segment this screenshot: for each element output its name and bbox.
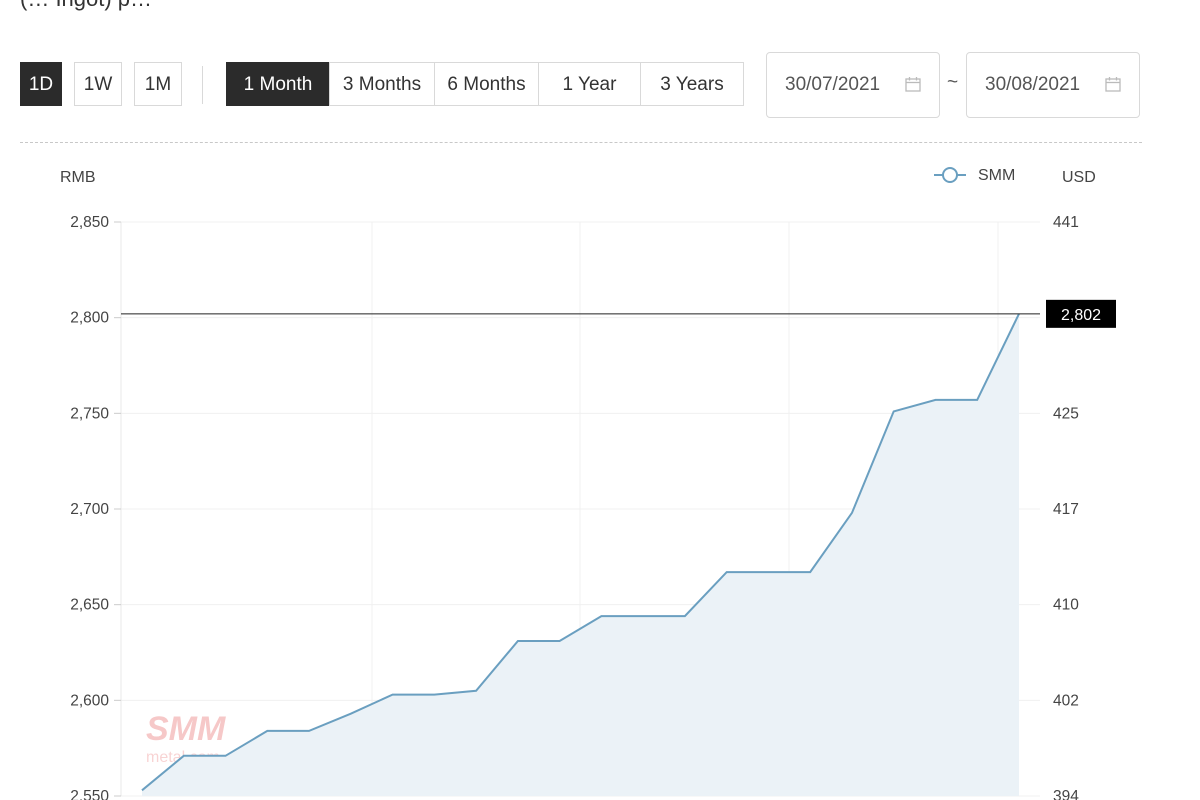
- left-axis: 2,850 2,800 2,750 2,700 2,650 2,600 2,550: [70, 214, 121, 800]
- left-tick-label: 2,700: [70, 501, 109, 518]
- data-point[interactable]: [765, 569, 771, 575]
- right-tick-label: 441: [1053, 214, 1079, 231]
- left-tick-label: 2,650: [70, 597, 109, 614]
- left-tick-label: 2,800: [70, 310, 109, 327]
- data-point[interactable]: [181, 753, 187, 759]
- data-point[interactable]: [348, 711, 354, 717]
- data-point[interactable]: [139, 787, 145, 793]
- data-point[interactable]: [724, 569, 730, 575]
- data-point[interactable]: [891, 408, 897, 414]
- legend[interactable]: SMM: [934, 167, 1015, 184]
- price-chart: SMM metal.com 2,8502,8002,7502,7002,6502…: [60, 167, 1116, 800]
- left-tick-label: 2,750: [70, 405, 109, 422]
- data-point[interactable]: [390, 692, 396, 698]
- data-point[interactable]: [849, 510, 855, 516]
- left-tick-label: 2,850: [70, 214, 109, 231]
- data-point[interactable]: [598, 613, 604, 619]
- data-point[interactable]: [306, 728, 312, 734]
- data-point[interactable]: [223, 753, 229, 759]
- last-value-label: 2,802: [1061, 307, 1101, 324]
- data-point[interactable]: [640, 613, 646, 619]
- watermark-logo: SMM: [146, 710, 226, 748]
- right-axis-unit: USD: [1062, 169, 1096, 186]
- data-point[interactable]: [974, 397, 980, 403]
- left-axis-unit: RMB: [60, 169, 96, 186]
- legend-label: SMM: [978, 167, 1015, 184]
- data-point[interactable]: [932, 397, 938, 403]
- data-point[interactable]: [557, 638, 563, 644]
- data-point[interactable]: [682, 613, 688, 619]
- left-tick-label: 2,550: [70, 788, 109, 800]
- data-point[interactable]: [1016, 311, 1022, 317]
- data-point[interactable]: [473, 688, 479, 694]
- last-value-tag: 2,802: [1046, 299, 1116, 328]
- data-point[interactable]: [807, 569, 813, 575]
- data-point[interactable]: [515, 638, 521, 644]
- right-tick-label: 425: [1053, 405, 1079, 422]
- left-tick-label: 2,600: [70, 692, 109, 709]
- data-point[interactable]: [264, 728, 270, 734]
- right-tick-label: 410: [1053, 597, 1079, 614]
- right-tick-label: 402: [1053, 692, 1079, 709]
- legend-marker-icon: [942, 167, 958, 183]
- right-tick-label: 394: [1053, 788, 1079, 800]
- right-tick-label: 417: [1053, 501, 1079, 518]
- data-point[interactable]: [431, 692, 437, 698]
